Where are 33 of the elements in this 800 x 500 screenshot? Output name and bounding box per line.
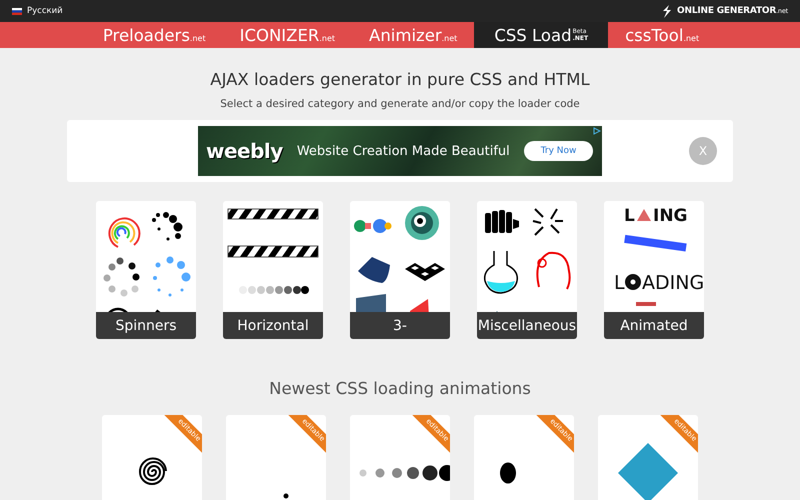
- site-tab[interactable]: cssTool.net: [608, 22, 716, 48]
- russian-flag-icon: [12, 8, 22, 14]
- advertisement-banner[interactable]: weebly Website Creation Made Beautiful Try Now: [198, 126, 602, 176]
- ad-text: Website Creation Made Beautiful: [296, 144, 510, 158]
- category-card[interactable]: Miscellaneous: [477, 201, 577, 339]
- preview-letter: L: [614, 272, 625, 294]
- lightning-logo-icon: [662, 4, 672, 18]
- category-label: Miscellaneous: [477, 312, 577, 339]
- category-card[interactable]: 3-: [350, 201, 450, 339]
- site-tab[interactable]: Animizer.net: [352, 22, 474, 48]
- category-card[interactable]: Spinners: [96, 201, 196, 339]
- page-heading: AJAX loaders generator in pure CSS and HTML: [210, 69, 590, 91]
- try-now-button[interactable]: Try Now: [524, 141, 594, 161]
- language-link[interactable]: Русский: [27, 6, 63, 16]
- category-card[interactable]: L ING L ADING Animated: [604, 201, 704, 339]
- site-tab[interactable]: Preloaders.net: [86, 22, 223, 48]
- preview-letters: ING: [653, 206, 688, 226]
- category-label: 3-: [350, 312, 450, 339]
- dot-icon: [284, 494, 288, 498]
- page-subheading: Select a desired category and generate and/or copy the loader code: [220, 97, 580, 112]
- ad-logo-text: weebly: [206, 139, 283, 163]
- category-label: Horizontal: [223, 312, 323, 339]
- preview-letters: ADING: [642, 272, 704, 294]
- category-label: Spinners: [96, 312, 196, 339]
- diamond-icon: [618, 443, 678, 500]
- category-card[interactable]: Horizontal: [223, 201, 323, 339]
- site-tab[interactable]: ICONIZER.net: [222, 22, 352, 48]
- preview-letter: L: [624, 206, 635, 226]
- ad-choices-icon[interactable]: [593, 127, 601, 135]
- category-label: Animated: [604, 312, 704, 339]
- spiral-icon: [139, 458, 167, 485]
- section-heading: Newest CSS loading animations: [269, 378, 531, 400]
- ellipse-icon: [500, 462, 516, 484]
